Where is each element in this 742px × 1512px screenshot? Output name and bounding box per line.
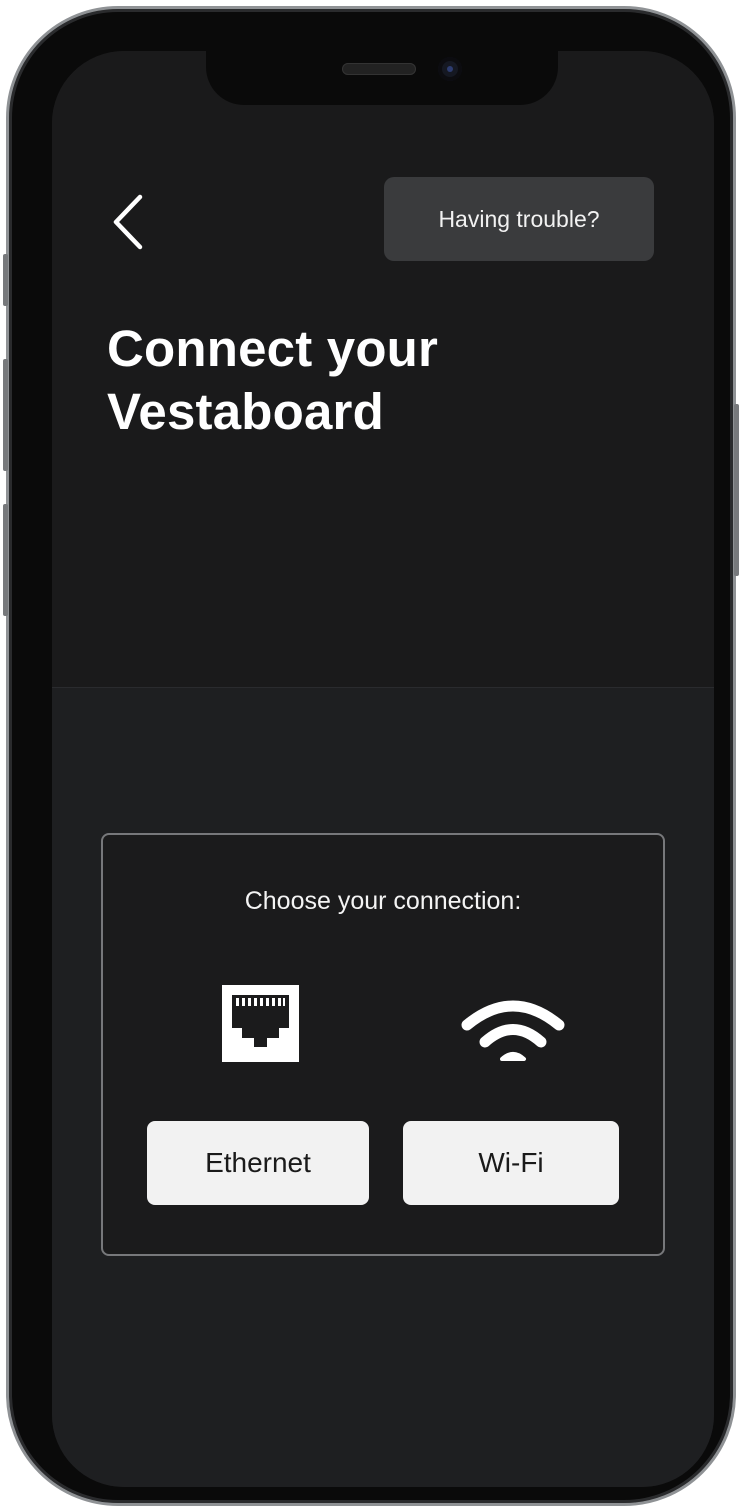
silent-switch <box>3 254 8 306</box>
volume-down-button <box>3 504 8 616</box>
ethernet-button-label: Ethernet <box>205 1147 311 1178</box>
chevron-left-icon <box>113 194 143 250</box>
page-title: Connect your Vestaboard <box>107 317 438 443</box>
back-button[interactable] <box>104 189 164 259</box>
connection-heading: Choose your connection: <box>244 887 522 915</box>
header-section: Having trouble? Connect your Vestaboard <box>52 51 714 688</box>
connection-card: Choose your connection: Ethernet Wi-Fi <box>101 833 665 1256</box>
wifi-button[interactable]: Wi-Fi <box>403 1121 619 1205</box>
notch <box>206 51 558 105</box>
volume-up-button <box>3 359 8 471</box>
screen: Having trouble? Connect your Vestaboard … <box>52 51 714 1487</box>
ethernet-port-icon <box>222 985 299 1062</box>
ethernet-button[interactable]: Ethernet <box>147 1121 369 1205</box>
phone-frame: Having trouble? Connect your Vestaboard … <box>3 6 739 1506</box>
having-trouble-label: Having trouble? <box>438 205 600 232</box>
wifi-button-label: Wi-Fi <box>478 1147 544 1178</box>
speaker-grille <box>342 63 416 75</box>
front-camera <box>438 57 462 81</box>
power-button <box>734 404 739 576</box>
wifi-icon <box>461 1000 565 1061</box>
having-trouble-button[interactable]: Having trouble? <box>384 177 654 261</box>
page-title-line-2: Vestaboard <box>107 383 384 440</box>
page-title-line-1: Connect your <box>107 320 439 377</box>
connection-section: Choose your connection: Ethernet Wi-Fi <box>52 688 714 1487</box>
